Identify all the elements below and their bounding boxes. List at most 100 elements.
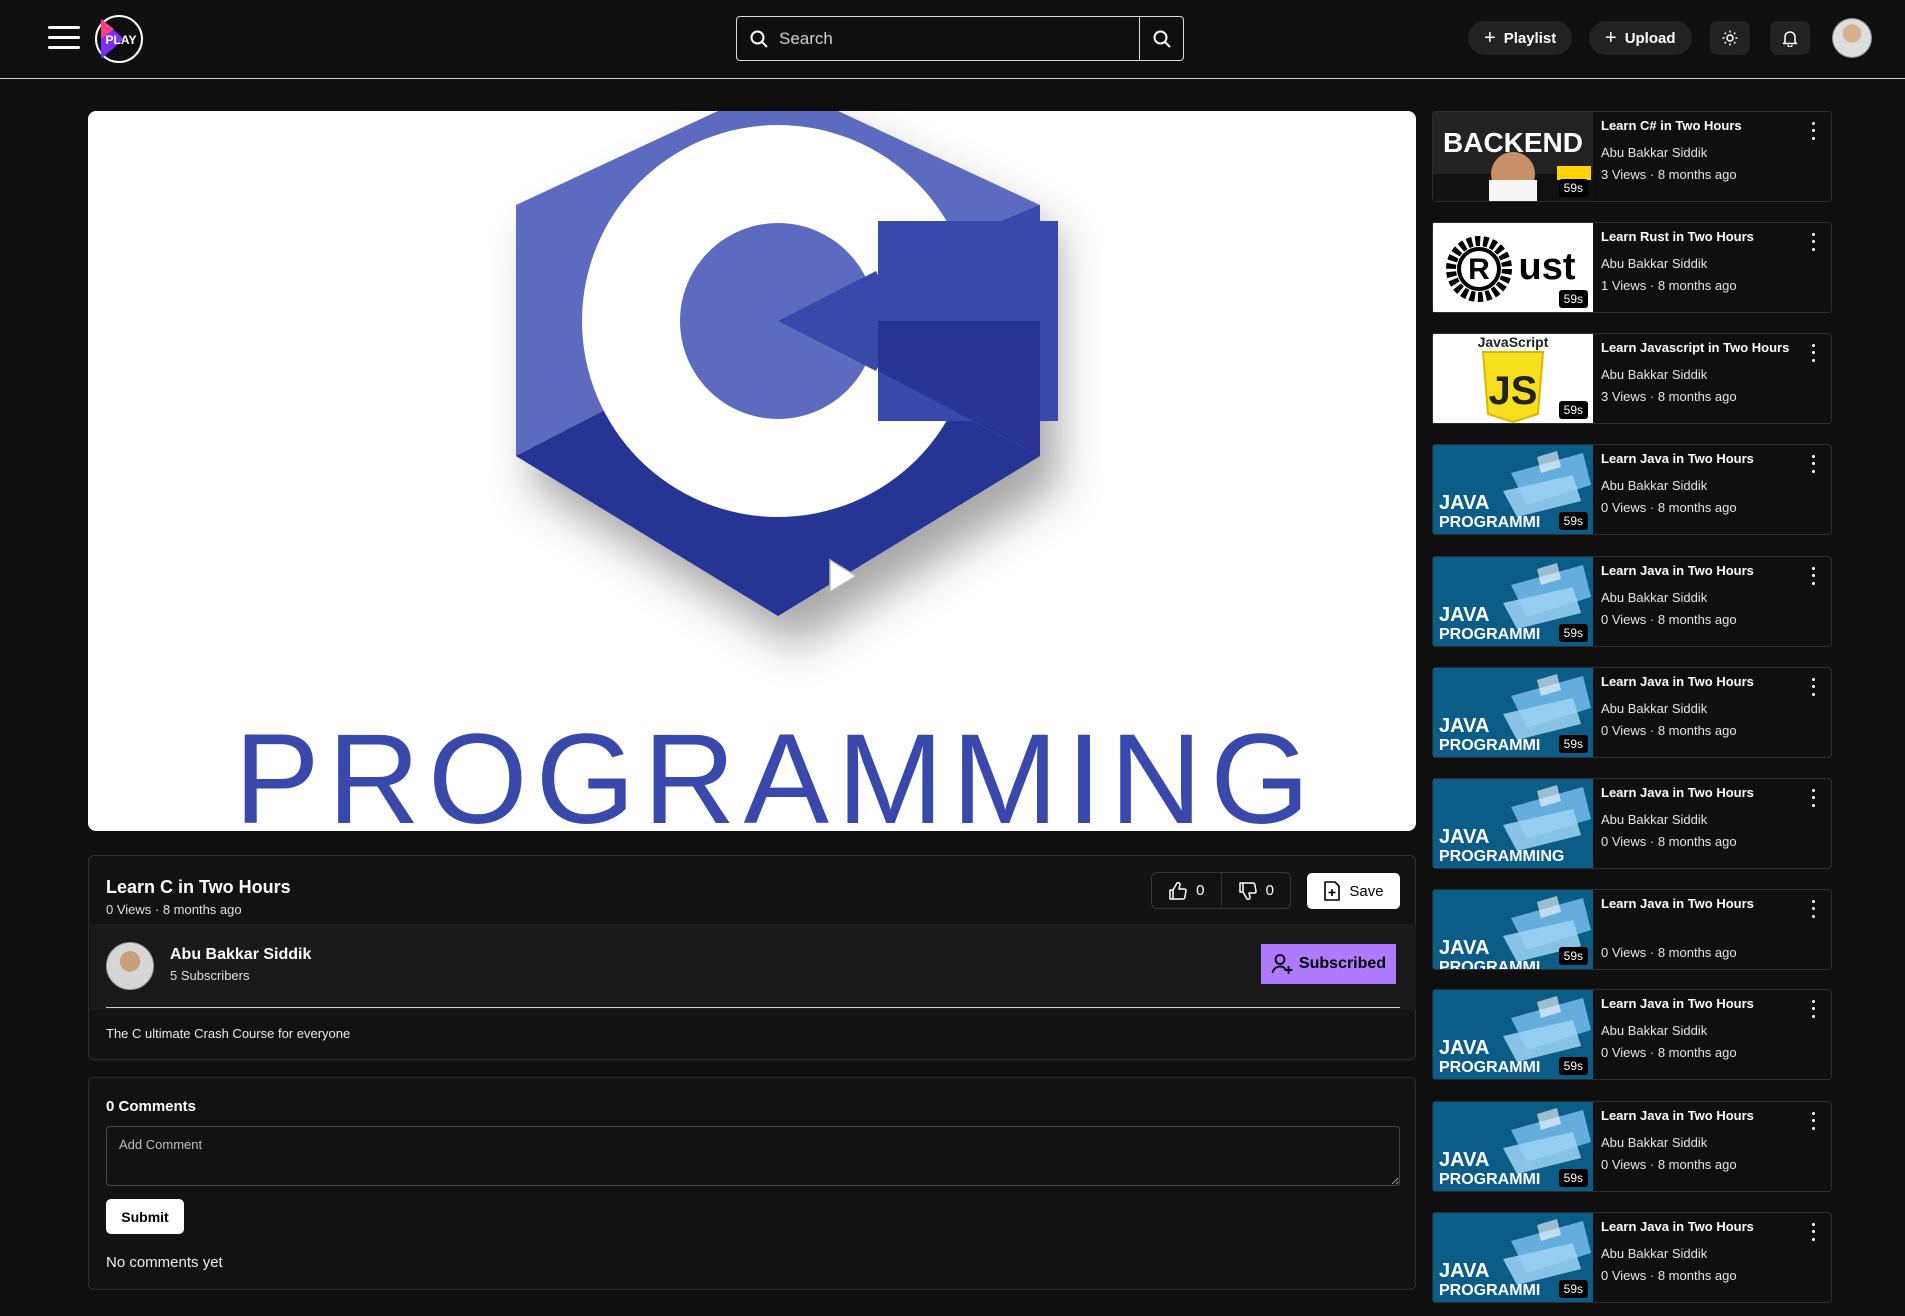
more-options-icon[interactable] xyxy=(1807,787,1819,809)
related-video-title[interactable]: Learn Rust in Two Hours xyxy=(1601,229,1754,244)
related-video-channel[interactable]: Abu Bakkar Siddik xyxy=(1601,1135,1707,1150)
related-video-channel[interactable]: Abu Bakkar Siddik xyxy=(1601,1023,1707,1038)
search-field xyxy=(737,17,1139,60)
related-video-title[interactable]: Learn Javascript in Two Hours xyxy=(1601,340,1789,355)
more-options-icon[interactable] xyxy=(1807,120,1819,142)
related-video-title[interactable]: Learn Java in Two Hours xyxy=(1601,451,1754,466)
more-options-icon[interactable] xyxy=(1807,1110,1819,1132)
related-video-title[interactable]: Learn Java in Two Hours xyxy=(1601,1219,1754,1234)
related-video-channel[interactable]: Abu Bakkar Siddik xyxy=(1601,145,1707,160)
subscribe-button[interactable]: Subscribed xyxy=(1261,944,1396,984)
related-video-card[interactable]: JAVA PROGRAMMI 59s Learn Java in Two Hours A… xyxy=(1432,667,1832,758)
save-button[interactable]: Save xyxy=(1307,873,1400,909)
dislike-button[interactable]: 0 xyxy=(1220,873,1291,908)
play-logo[interactable]: PLAY xyxy=(94,14,144,64)
related-video-channel[interactable]: Abu Bakkar Siddik xyxy=(1601,590,1707,605)
thumb-text: PROGRAMMI xyxy=(1439,1171,1540,1188)
related-video-card[interactable]: JAVA PROGRAMMI 59s Learn Java in Two Hours A… xyxy=(1432,444,1832,535)
related-video-channel[interactable]: Abu Bakkar Siddik xyxy=(1601,367,1707,382)
svg-text:R: R xyxy=(1468,253,1490,286)
related-video-channel[interactable]: Abu Bakkar Siddik xyxy=(1601,701,1707,716)
upload-button-label: Upload xyxy=(1624,29,1676,47)
more-options-icon[interactable] xyxy=(1807,453,1819,475)
svg-text:JAVA: JAVA xyxy=(1439,1149,1489,1171)
video-thumbnail[interactable]: JAVA PROGRAMMI 59s xyxy=(1433,668,1593,757)
channel-avatar[interactable] xyxy=(106,942,154,990)
new-playlist-button[interactable]: + Playlist xyxy=(1468,21,1573,55)
thumb-text: PROGRAMMI xyxy=(1439,514,1540,531)
more-options-icon[interactable] xyxy=(1807,565,1819,587)
related-video-meta: 0 Views · 8 months ago xyxy=(1601,1268,1737,1283)
theme-toggle-button[interactable] xyxy=(1710,21,1750,55)
svg-text:PROGRAMMING: PROGRAMMING xyxy=(234,708,1318,831)
more-options-icon[interactable] xyxy=(1807,1221,1819,1243)
duration-badge: 59s xyxy=(1558,1057,1588,1075)
svg-text:JAVA: JAVA xyxy=(1439,937,1489,959)
video-thumbnail[interactable]: JAVA PROGRAMMI 59s xyxy=(1433,445,1593,534)
user-avatar[interactable] xyxy=(1832,18,1872,58)
video-player[interactable]: PROGRAMMING xyxy=(88,111,1416,831)
related-video-channel[interactable]: Abu Bakkar Siddik xyxy=(1601,1246,1707,1261)
save-button-label: Save xyxy=(1349,882,1384,900)
related-video-card[interactable]: BACKEND 59s Learn C# in Two Hours Abu Bakka… xyxy=(1432,111,1832,202)
related-video-title[interactable]: Learn Java in Two Hours xyxy=(1601,996,1754,1011)
related-video-channel[interactable]: Abu Bakkar Siddik xyxy=(1601,256,1707,271)
thumb-text: PROGRAMMI xyxy=(1439,626,1540,643)
video-thumbnail[interactable]: JAVA PROGRAMMI 59s xyxy=(1433,990,1593,1079)
video-thumbnail[interactable]: BACKEND 59s xyxy=(1433,112,1593,201)
related-video-title[interactable]: Learn C# in Two Hours xyxy=(1601,118,1742,133)
related-video-meta: 0 Views · 8 months ago xyxy=(1601,834,1737,849)
video-thumbnail[interactable]: JAVA PROGRAMMI 59s xyxy=(1433,557,1593,646)
more-options-icon[interactable] xyxy=(1807,676,1819,698)
video-thumbnail[interactable]: JAVA PROGRAMMI 59s xyxy=(1433,890,1593,969)
video-thumbnail[interactable]: Rust 59s xyxy=(1433,223,1593,312)
thumb-text: ust xyxy=(1519,246,1576,288)
related-video-card[interactable]: JAVA PROGRAMMI 59s Learn Java in Two Hours 0… xyxy=(1432,889,1832,970)
related-video-meta: 1 Views · 8 months ago xyxy=(1601,278,1737,293)
related-video-card[interactable]: JavaScript JS 59s Learn Javascript in Two H… xyxy=(1432,333,1832,424)
related-video-card[interactable]: JAVA PROGRAMMI 59s Learn Java in Two Hours A… xyxy=(1432,989,1832,1080)
channel-name[interactable]: Abu Bakkar Siddik xyxy=(170,946,311,964)
related-video-channel[interactable]: Abu Bakkar Siddik xyxy=(1601,478,1707,493)
menu-icon[interactable] xyxy=(48,26,80,50)
search-icon xyxy=(750,30,768,48)
related-video-title[interactable]: Learn Java in Two Hours xyxy=(1601,563,1754,578)
related-video-title[interactable]: Learn Java in Two Hours xyxy=(1601,1108,1754,1123)
more-options-icon[interactable] xyxy=(1807,231,1819,253)
related-video-card[interactable]: Rust 59s Learn Rust in Two Hours Abu Bakkar… xyxy=(1432,222,1832,313)
channel-subscribers: 5 Subscribers xyxy=(170,968,250,983)
related-video-meta: 0 Views · 8 months ago xyxy=(1601,612,1737,627)
video-thumbnail[interactable]: JAVA PROGRAMMI 59s xyxy=(1433,1102,1593,1191)
search-input[interactable] xyxy=(779,28,1119,49)
video-thumbnail[interactable]: JAVA PROGRAMMING xyxy=(1433,779,1593,868)
comment-input[interactable] xyxy=(106,1126,1400,1186)
comments-count: 0 Comments xyxy=(106,1098,197,1115)
submit-comment-button[interactable]: Submit xyxy=(106,1199,184,1234)
svg-text:JAVA: JAVA xyxy=(1439,715,1489,737)
like-button[interactable]: 0 xyxy=(1152,873,1221,908)
svg-text:PLAY: PLAY xyxy=(106,33,137,47)
channel-row: Abu Bakkar Siddik 5 Subscribers Subscrib… xyxy=(90,924,1416,1010)
sun-icon xyxy=(1722,30,1738,46)
related-video-card[interactable]: JAVA PROGRAMMI 59s Learn Java in Two Hours A… xyxy=(1432,1101,1832,1192)
video-thumbnail[interactable]: JAVA PROGRAMMI 59s xyxy=(1433,1213,1593,1302)
duration-badge: 59s xyxy=(1558,624,1588,642)
duration-badge: 59s xyxy=(1558,1169,1588,1187)
related-video-card[interactable]: JAVA PROGRAMMI 59s Learn Java in Two Hours A… xyxy=(1432,1212,1832,1303)
more-options-icon[interactable] xyxy=(1807,998,1819,1020)
related-video-title[interactable]: Learn Java in Two Hours xyxy=(1601,674,1754,689)
playlist-button-label: Playlist xyxy=(1503,29,1557,47)
play-icon[interactable] xyxy=(828,558,858,594)
video-thumbnail[interactable]: JavaScript JS 59s xyxy=(1433,334,1593,423)
related-video-channel[interactable]: Abu Bakkar Siddik xyxy=(1601,812,1707,827)
related-video-title[interactable]: Learn Java in Two Hours xyxy=(1601,785,1754,800)
duration-badge: 59s xyxy=(1558,735,1588,753)
upload-button[interactable]: + Upload xyxy=(1589,21,1692,55)
more-options-icon[interactable] xyxy=(1807,342,1819,364)
related-video-card[interactable]: JAVA PROGRAMMI 59s Learn Java in Two Hours A… xyxy=(1432,556,1832,647)
search-button[interactable] xyxy=(1139,17,1183,60)
more-options-icon[interactable] xyxy=(1807,898,1819,920)
related-video-card[interactable]: JAVA PROGRAMMING Learn Java in Two Hours Ab… xyxy=(1432,778,1832,869)
notifications-button[interactable] xyxy=(1770,21,1810,55)
related-video-title[interactable]: Learn Java in Two Hours xyxy=(1601,896,1754,911)
